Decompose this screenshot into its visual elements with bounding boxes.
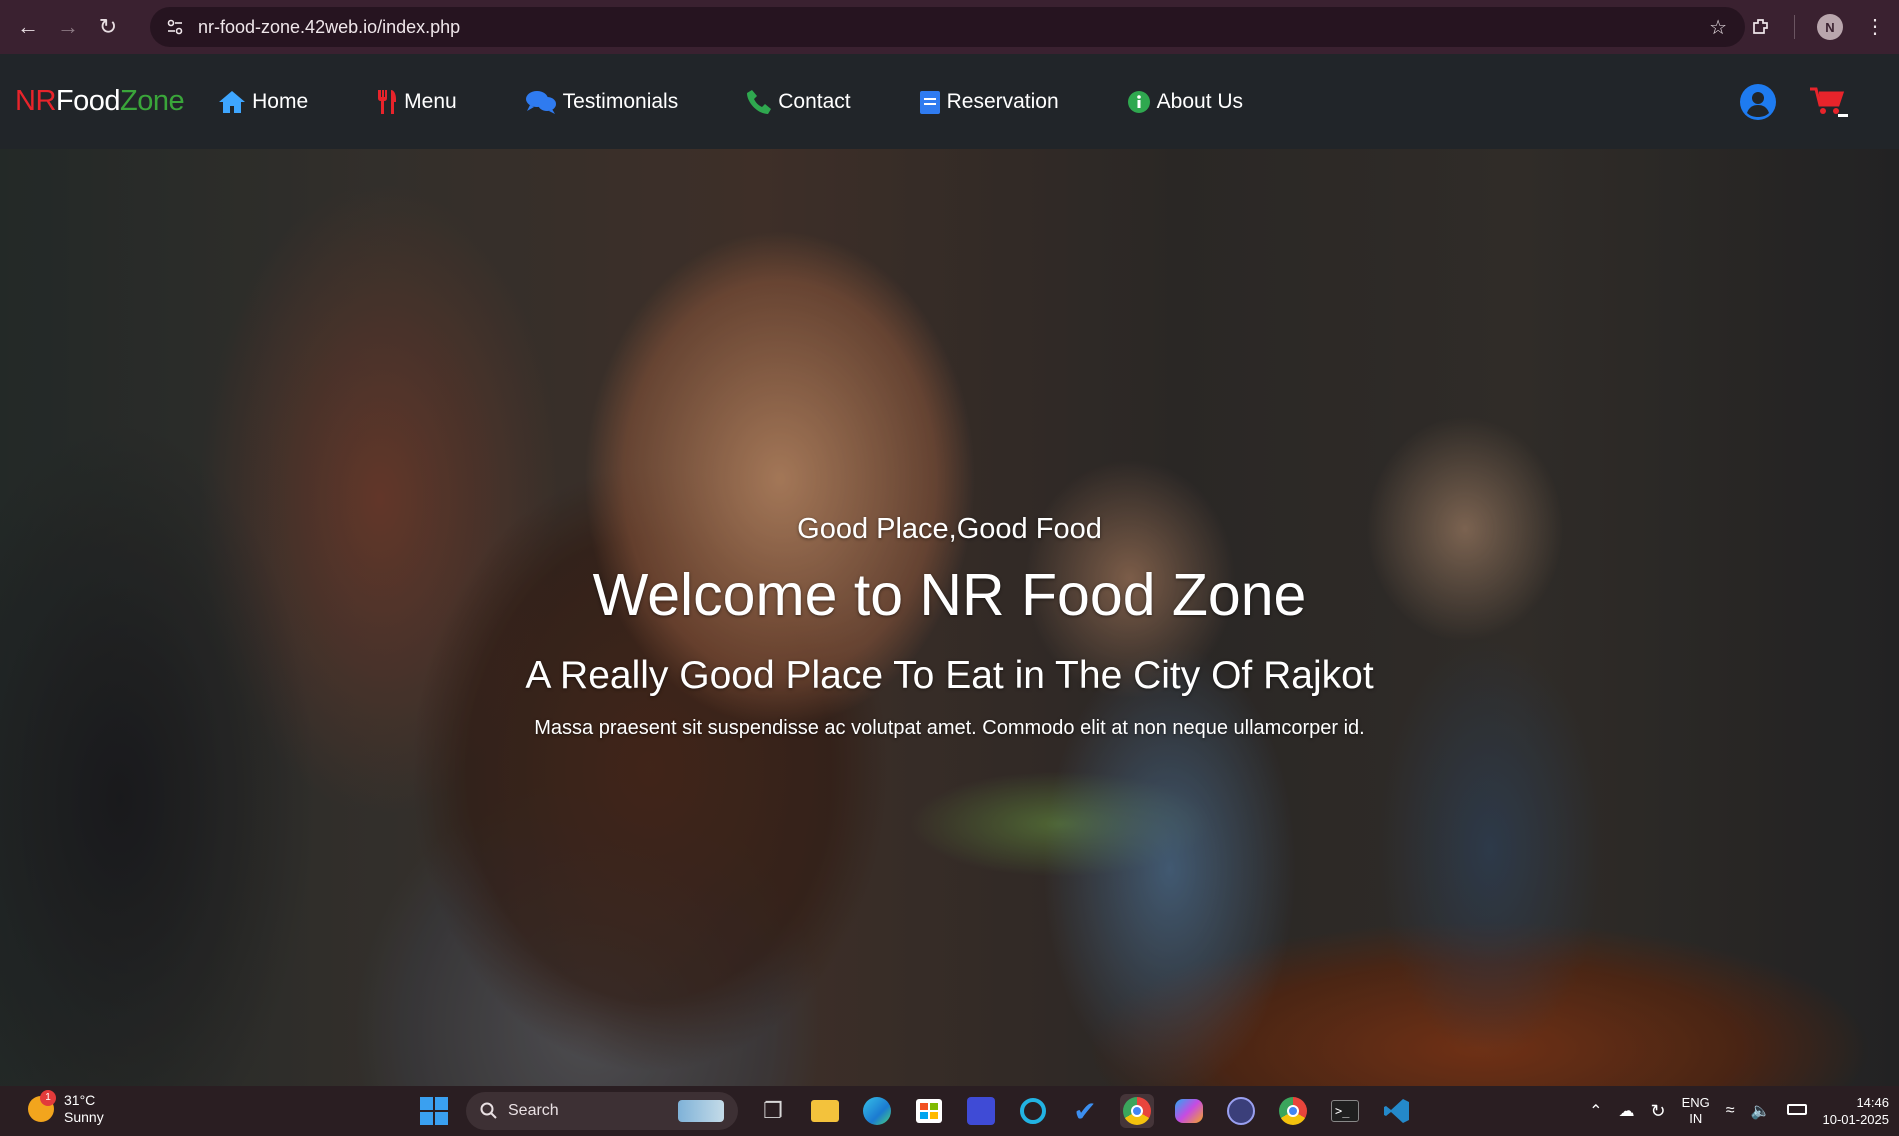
language-code: ENG bbox=[1681, 1095, 1710, 1110]
todo-check-icon[interactable]: ✔ bbox=[1068, 1094, 1102, 1128]
vscode-icon[interactable] bbox=[1380, 1094, 1414, 1128]
nav-about-label: About Us bbox=[1156, 89, 1244, 113]
weather-widget[interactable]: 1 31°C Sunny bbox=[28, 1090, 104, 1126]
brand-nr: NR bbox=[15, 85, 56, 117]
weather-badge: 1 bbox=[40, 1090, 56, 1106]
nav-menu-label: Menu bbox=[404, 89, 457, 113]
hero-tagline: Good Place,Good Food bbox=[797, 513, 1102, 545]
brand-logo[interactable]: NRFoodZone bbox=[15, 85, 185, 118]
chrome-profile-icon[interactable] bbox=[1276, 1094, 1310, 1128]
site-settings-icon[interactable] bbox=[166, 18, 184, 36]
file-explorer-icon[interactable] bbox=[808, 1094, 842, 1128]
reload-icon[interactable]: ↻ bbox=[88, 7, 128, 47]
copilot-icon[interactable] bbox=[1172, 1094, 1206, 1128]
microsoft-store-icon[interactable] bbox=[912, 1094, 946, 1128]
chat-bubbles-icon bbox=[525, 90, 556, 114]
task-view-icon[interactable]: ❐ bbox=[756, 1094, 790, 1128]
nav-home[interactable]: Home bbox=[218, 89, 308, 115]
search-placeholder: Search bbox=[508, 1102, 559, 1119]
clock-date: 10-01-2025 bbox=[1822, 1112, 1890, 1127]
hero-description: Massa praesent sit suspendisse ac volutp… bbox=[534, 717, 1365, 739]
nav-contact-label: Contact bbox=[778, 89, 851, 113]
cortana-ring-icon[interactable] bbox=[1016, 1094, 1050, 1128]
extensions-icon[interactable] bbox=[1750, 16, 1772, 38]
fork-knife-icon bbox=[378, 89, 397, 114]
nav-about[interactable]: About Us bbox=[1127, 90, 1243, 114]
notes-app-icon[interactable] bbox=[1224, 1094, 1258, 1128]
nav-reservation[interactable]: Reservation bbox=[919, 89, 1059, 115]
cart-icon[interactable] bbox=[1809, 85, 1849, 119]
search-highlight-icon bbox=[678, 1100, 724, 1122]
bookmark-star-icon[interactable]: ☆ bbox=[1709, 15, 1727, 40]
weather-desc: Sunny bbox=[64, 1109, 104, 1125]
onedrive-icon[interactable]: ☁ bbox=[1619, 1101, 1635, 1121]
terminal-icon[interactable]: >_ bbox=[1328, 1094, 1362, 1128]
browser-menu-icon[interactable]: ⋮ bbox=[1865, 17, 1885, 37]
clock-time: 14:46 bbox=[1856, 1095, 1889, 1110]
brand-food: Food bbox=[55, 85, 121, 117]
search-icon bbox=[480, 1102, 497, 1119]
wifi-icon[interactable]: ≈ bbox=[1726, 1102, 1735, 1120]
nav-contact[interactable]: Contact bbox=[746, 89, 851, 115]
battery-icon[interactable] bbox=[1786, 1102, 1807, 1120]
hero-title: Welcome to NR Food Zone bbox=[592, 562, 1307, 628]
vscode-insiders-icon[interactable] bbox=[964, 1094, 998, 1128]
user-account-icon[interactable] bbox=[1739, 83, 1777, 121]
hero-subtitle: A Really Good Place To Eat in The City O… bbox=[525, 654, 1374, 697]
phone-icon bbox=[747, 89, 772, 114]
brand-zone: Zone bbox=[120, 85, 185, 117]
nav-testimonials-label: Testimonials bbox=[562, 89, 679, 113]
home-icon bbox=[219, 90, 246, 113]
nav-menu[interactable]: Menu bbox=[376, 89, 457, 115]
edge-browser-icon[interactable] bbox=[860, 1094, 894, 1128]
toolbar-divider bbox=[1794, 15, 1795, 39]
nav-reservation-label: Reservation bbox=[946, 89, 1059, 113]
browser-actions: N ⋮ bbox=[1750, 0, 1899, 54]
taskbar-apps: Search ❐ ✔ >_ bbox=[420, 1086, 1414, 1136]
language-indicator[interactable]: ENG IN bbox=[1682, 1095, 1710, 1127]
address-bar[interactable]: nr-food-zone.42web.io/index.php ☆ bbox=[150, 7, 1745, 47]
hero-banner: Good Place,Good Food Welcome to NR Food … bbox=[0, 149, 1899, 1086]
nav-home-label: Home bbox=[252, 89, 309, 113]
start-windows-icon[interactable] bbox=[420, 1097, 448, 1125]
clock[interactable]: 14:46 10-01-2025 bbox=[1823, 1094, 1890, 1128]
browser-toolbar: ← → ↻ nr-food-zone.42web.io/index.php ☆ … bbox=[0, 0, 1899, 54]
chrome-icon[interactable] bbox=[1120, 1094, 1154, 1128]
weather-temp: 31°C bbox=[64, 1092, 96, 1108]
sun-icon: 1 bbox=[28, 1090, 56, 1122]
windows-taskbar: 1 31°C Sunny Search ❐ ✔ >_ ⌃ ☁ ↻ ENG IN … bbox=[0, 1086, 1899, 1136]
forward-icon[interactable]: → bbox=[48, 7, 88, 47]
volume-icon[interactable]: 🔈 bbox=[1751, 1101, 1771, 1121]
site-navbar: NRFoodZone Home Menu Testimonials Contac… bbox=[0, 54, 1899, 149]
sync-icon[interactable]: ↻ bbox=[1651, 1101, 1666, 1122]
nav-actions bbox=[1739, 54, 1849, 149]
clipboard-icon bbox=[919, 90, 940, 114]
nav-links: Home Menu Testimonials Contact Reservati… bbox=[218, 89, 1311, 115]
profile-avatar[interactable]: N bbox=[1817, 14, 1843, 40]
language-region: IN bbox=[1689, 1111, 1703, 1126]
nav-testimonials[interactable]: Testimonials bbox=[525, 89, 679, 115]
back-icon[interactable]: ← bbox=[8, 7, 48, 47]
taskbar-search[interactable]: Search bbox=[466, 1092, 738, 1130]
url-text[interactable]: nr-food-zone.42web.io/index.php bbox=[198, 17, 460, 38]
system-tray: ⌃ ☁ ↻ ENG IN ≈ 🔈 14:46 10-01-2025 bbox=[1589, 1086, 1889, 1136]
info-icon bbox=[1127, 90, 1150, 113]
tray-overflow-icon[interactable]: ⌃ bbox=[1589, 1101, 1602, 1121]
